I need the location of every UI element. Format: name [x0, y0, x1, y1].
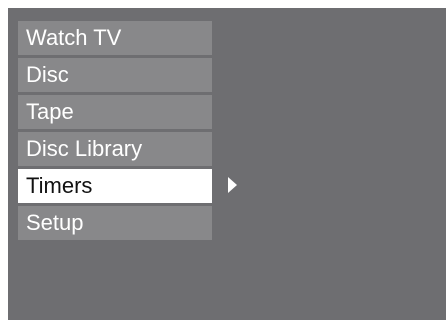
menu-item-disc-library[interactable]: Disc Library: [18, 132, 212, 166]
triangle-right-icon: [228, 177, 237, 193]
menu-item-disc[interactable]: Disc: [18, 58, 212, 92]
menu-item-label: Disc Library: [26, 136, 143, 161]
menu-item-label: Disc: [26, 62, 69, 87]
main-menu: Watch TV Disc Tape Disc Library Timers S…: [18, 21, 237, 243]
menu-item-label: Timers: [26, 173, 93, 198]
menu-item-setup[interactable]: Setup: [18, 206, 212, 240]
menu-item-label: Tape: [26, 99, 74, 124]
menu-item-timers[interactable]: Timers: [18, 169, 237, 203]
menu-screen: Watch TV Disc Tape Disc Library Timers S…: [8, 8, 446, 320]
menu-item-watch-tv[interactable]: Watch TV: [18, 21, 212, 55]
menu-item-label: Setup: [26, 210, 84, 235]
menu-item-tape[interactable]: Tape: [18, 95, 212, 129]
menu-item-label: Watch TV: [26, 25, 122, 50]
